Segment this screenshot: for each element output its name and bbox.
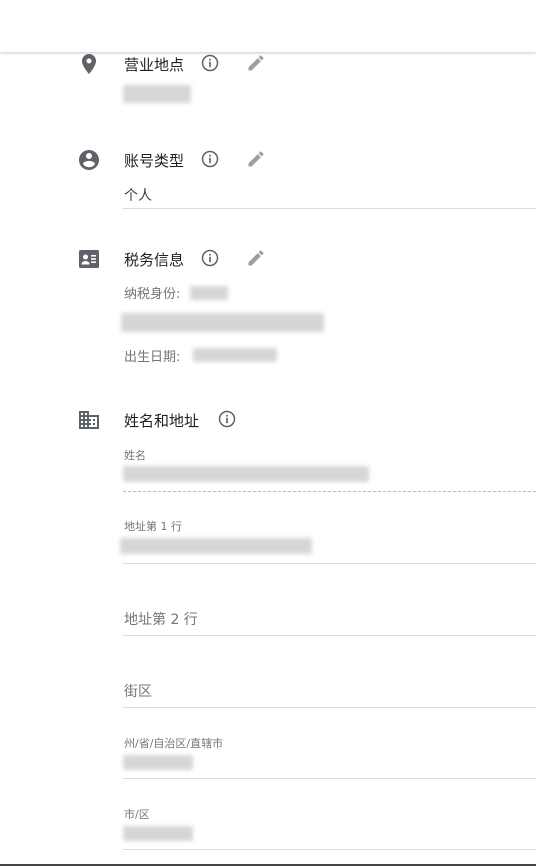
pencil-edit-icon[interactable] bbox=[246, 149, 266, 169]
account-circle-icon bbox=[77, 148, 101, 172]
province-underline bbox=[123, 778, 536, 779]
address-line2-field[interactable]: 地址第 2 行 bbox=[123, 595, 536, 635]
redacted-name-value bbox=[123, 466, 369, 482]
city-field[interactable]: 市/区 bbox=[123, 803, 536, 849]
name-field[interactable]: 姓名 bbox=[123, 444, 536, 492]
name-field-underline bbox=[123, 491, 536, 492]
birth-date-label: 出生日期: bbox=[124, 350, 181, 365]
name-field-label: 姓名 bbox=[124, 449, 146, 462]
divider bbox=[123, 208, 536, 209]
district-underline bbox=[123, 707, 536, 708]
district-placeholder: 街区 bbox=[124, 684, 152, 700]
redacted-tax-status bbox=[190, 286, 228, 300]
province-field-label: 州/省/自治区/直辖市 bbox=[124, 737, 224, 750]
redacted-location-value bbox=[123, 85, 191, 103]
pencil-edit-icon[interactable] bbox=[246, 53, 266, 73]
info-icon[interactable] bbox=[200, 248, 220, 268]
info-icon[interactable] bbox=[200, 53, 220, 73]
address-line1-underline bbox=[123, 563, 536, 564]
top-app-bar bbox=[0, 0, 536, 52]
city-field-label: 市/区 bbox=[124, 808, 150, 821]
account-type-title: 账号类型 bbox=[124, 152, 185, 170]
redacted-birth-date bbox=[193, 348, 277, 362]
redacted-tax-detail bbox=[121, 313, 324, 332]
settings-content: 营业地点 账号类型 个人 税务信息 纳税身份: 出生日期: 姓名和地址 姓名 地… bbox=[0, 0, 536, 866]
info-icon[interactable] bbox=[217, 409, 237, 429]
city-underline bbox=[123, 849, 536, 850]
tax-info-title: 税务信息 bbox=[124, 251, 185, 269]
address-line2-placeholder: 地址第 2 行 bbox=[124, 612, 198, 628]
business-location-title: 营业地点 bbox=[124, 56, 185, 74]
redacted-address-line1 bbox=[120, 538, 312, 554]
address-line1-label: 地址第 1 行 bbox=[124, 520, 182, 533]
redacted-city-value bbox=[123, 826, 193, 841]
location-pin-icon bbox=[77, 52, 101, 76]
address-line1-field[interactable]: 地址第 1 行 bbox=[120, 515, 536, 563]
info-icon[interactable] bbox=[200, 149, 220, 169]
pencil-edit-icon[interactable] bbox=[246, 248, 266, 268]
account-type-value: 个人 bbox=[124, 188, 152, 204]
redacted-province-value bbox=[123, 755, 193, 770]
tax-status-label: 纳税身份: bbox=[124, 287, 181, 302]
address-line2-underline bbox=[123, 635, 536, 636]
district-field[interactable]: 街区 bbox=[123, 667, 536, 707]
name-address-title: 姓名和地址 bbox=[124, 412, 200, 430]
business-building-icon bbox=[77, 408, 101, 432]
contact-card-icon bbox=[77, 247, 101, 271]
province-field[interactable]: 州/省/自治区/直辖市 bbox=[123, 732, 536, 778]
